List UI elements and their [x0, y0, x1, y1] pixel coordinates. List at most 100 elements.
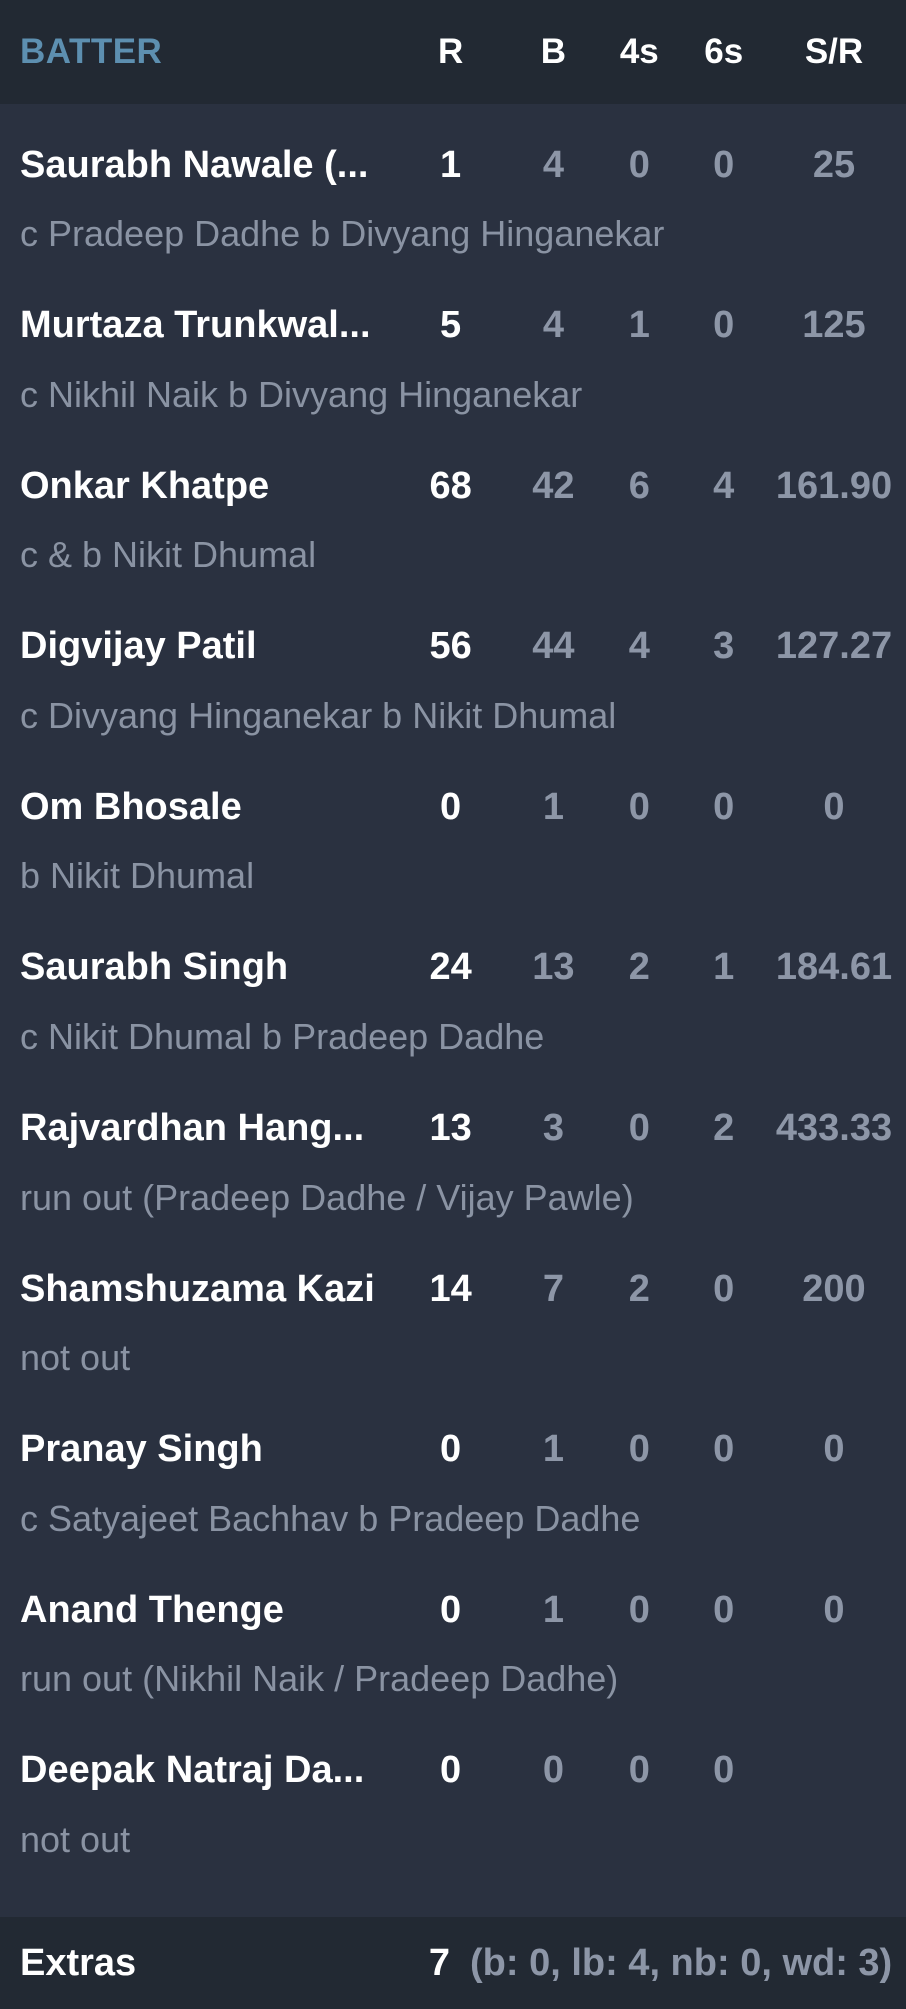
batter-balls: 42	[532, 464, 575, 507]
batter-name[interactable]: Rajvardhan Hang...	[20, 1107, 388, 1150]
extras-detail: (b: 0, lb: 4, nb: 0, wd: 3)	[470, 1941, 893, 1984]
batter-row[interactable]: Anand Thenge 0 1 0 0 0 run out (Nikhil Naik / …	[0, 1549, 906, 1710]
batter-strike-rate: 25	[812, 143, 856, 186]
header-balls: B	[540, 32, 567, 71]
batter-stats-line: Anand Thenge 0 1 0 0 0	[0, 1589, 906, 1631]
batter-stats-line: Deepak Natraj Da... 0 0 0 0	[0, 1749, 906, 1792]
batter-runs: 0	[440, 1588, 462, 1631]
batter-stats-line: Murtaza Trunkwal... 5 4 1 0 125	[0, 304, 906, 347]
batter-sixes: 1	[713, 946, 735, 989]
batter-sixes: 0	[713, 1588, 735, 1631]
batter-runs: 68	[429, 464, 472, 507]
batter-row[interactable]: Saurabh Nawale (... 1 4 0 0 25 c Pradeep Dadhe…	[0, 104, 906, 265]
batter-strike-rate: 127.27	[775, 625, 893, 668]
batter-fours: 1	[628, 304, 650, 347]
batting-scorecard: BATTER R B 4s 6s S/R Saurabh Nawale (...…	[0, 0, 906, 2009]
batter-sixes: 2	[713, 1107, 735, 1150]
batter-name[interactable]: Deepak Natraj Da...	[20, 1749, 388, 1792]
batter-fours: 0	[628, 1428, 650, 1471]
batter-balls: 1	[542, 1428, 564, 1471]
batter-strike-rate: 161.90	[775, 464, 893, 507]
extras-total: 7	[428, 1941, 450, 1984]
batter-name[interactable]: Saurabh Nawale (...	[20, 144, 388, 187]
batter-row[interactable]: Rajvardhan Hang... 13 3 0 2 433.33 run out (Pr…	[0, 1068, 906, 1229]
batter-balls: 1	[542, 1588, 564, 1631]
batter-strike-rate: 433.33	[775, 1107, 893, 1150]
batter-sixes: 0	[713, 1749, 735, 1792]
batter-name[interactable]: Murtaza Trunkwal...	[20, 304, 388, 347]
batter-balls: 0	[542, 1749, 564, 1792]
dismissal-info: run out (Nikhil Naik / Pradeep Dadhe)	[20, 1658, 619, 1700]
batter-sixes: 0	[713, 1267, 735, 1310]
batter-runs: 0	[440, 785, 462, 828]
batter-fours: 4	[628, 625, 650, 668]
batter-strike-rate: 0	[823, 785, 845, 828]
batter-fours: 6	[628, 464, 650, 507]
header-strike-rate: S/R	[804, 32, 864, 71]
batter-name[interactable]: Om Bhosale	[20, 786, 388, 829]
batter-sixes: 0	[713, 143, 735, 186]
extras-label: Extras	[20, 1941, 137, 1984]
header-batter: BATTER	[20, 32, 163, 71]
batter-strike-rate: 184.61	[775, 946, 893, 989]
header-fours: 4s	[619, 32, 659, 71]
header-sixes: 6s	[704, 32, 744, 71]
batter-fours: 2	[628, 1267, 650, 1310]
batter-runs: 56	[429, 625, 472, 668]
batter-row[interactable]: Shamshuzama Kazi 14 7 2 0 200 not out	[0, 1228, 906, 1389]
batter-fours: 0	[628, 1749, 650, 1792]
batter-stats-line: Pranay Singh 0 1 0 0 0	[0, 1428, 906, 1471]
dismissal-info: c Nikhil Naik b Divyang Hinganekar	[20, 373, 583, 415]
batter-name[interactable]: Saurabh Singh	[20, 946, 388, 989]
extras-row: Extras 7 (b: 0, lb: 4, nb: 0, wd: 3)	[0, 1917, 906, 2009]
batter-fours: 0	[628, 1588, 650, 1631]
batter-name[interactable]: Onkar Khatpe	[20, 465, 388, 508]
batter-strike-rate: 200	[802, 1267, 866, 1310]
batter-name[interactable]: Shamshuzama Kazi	[20, 1268, 388, 1311]
dismissal-info: not out	[20, 1337, 131, 1379]
batter-balls: 13	[532, 946, 575, 989]
batter-runs: 0	[440, 1428, 462, 1471]
batter-row[interactable]: Murtaza Trunkwal... 5 4 1 0 125 c Nikhil Naik …	[0, 265, 906, 426]
batter-stats-line: Shamshuzama Kazi 14 7 2 0 200	[0, 1268, 906, 1310]
batter-balls: 4	[542, 143, 564, 186]
batter-runs: 1	[440, 143, 462, 186]
batter-runs: 0	[440, 1749, 462, 1792]
batter-name[interactable]: Digvijay Patil	[20, 625, 388, 668]
batter-stats-line: Rajvardhan Hang... 13 3 0 2 433.33	[0, 1107, 906, 1150]
batter-row[interactable]: Pranay Singh 0 1 0 0 0 c Satyajeet Bachhav b P…	[0, 1389, 906, 1550]
batter-stats-line: Onkar Khatpe 68 42 6 4 161.90	[0, 465, 906, 507]
batter-sixes: 0	[713, 304, 735, 347]
batter-strike-rate: 0	[823, 1588, 845, 1631]
batter-sixes: 3	[713, 625, 735, 668]
dismissal-info: c & b Nikit Dhumal	[20, 534, 317, 576]
batter-stats-line: Om Bhosale 0 1 0 0 0	[0, 786, 906, 828]
batter-runs: 13	[429, 1107, 472, 1150]
batter-strike-rate: 125	[802, 304, 866, 347]
scorecard-header: BATTER R B 4s 6s S/R	[0, 0, 906, 104]
dismissal-info: c Divyang Hinganekar b Nikit Dhumal	[20, 694, 617, 736]
batter-sixes: 0	[713, 785, 735, 828]
batter-fours: 0	[628, 143, 650, 186]
dismissal-info: c Nikit Dhumal b Pradeep Dadhe	[20, 1015, 545, 1057]
batter-fours: 2	[628, 946, 650, 989]
batter-balls: 4	[542, 304, 564, 347]
batter-balls: 1	[542, 785, 564, 828]
batter-runs: 5	[440, 304, 462, 347]
batter-row[interactable]: Digvijay Patil 56 44 4 3 127.27 c Divyang Hing…	[0, 586, 906, 747]
dismissal-info: run out (Pradeep Dadhe / Vijay Pawle)	[20, 1176, 634, 1218]
batter-sixes: 0	[713, 1428, 735, 1471]
batter-name[interactable]: Pranay Singh	[20, 1428, 388, 1471]
batter-stats-line: Saurabh Singh 24 13 2 1 184.61	[0, 946, 906, 989]
batter-row[interactable]: Om Bhosale 0 1 0 0 0 b Nikit Dhumal	[0, 746, 906, 907]
dismissal-info: c Satyajeet Bachhav b Pradeep Dadhe	[20, 1497, 641, 1539]
batter-name[interactable]: Anand Thenge	[20, 1589, 388, 1632]
batter-row[interactable]: Deepak Natraj Da... 0 0 0 0 not out	[0, 1710, 906, 1871]
batter-list: Saurabh Nawale (... 1 4 0 0 25 c Pradeep Dadhe…	[0, 104, 906, 1871]
batter-row[interactable]: Onkar Khatpe 68 42 6 4 161.90 c & b Nikit Dhum…	[0, 425, 906, 586]
dismissal-info: b Nikit Dhumal	[20, 855, 255, 897]
dismissal-info: not out	[20, 1818, 131, 1860]
dismissal-info: c Pradeep Dadhe b Divyang Hinganekar	[20, 213, 665, 254]
batter-sixes: 4	[713, 464, 735, 507]
batter-row[interactable]: Saurabh Singh 24 13 2 1 184.61 c Nikit Dhumal …	[0, 907, 906, 1068]
